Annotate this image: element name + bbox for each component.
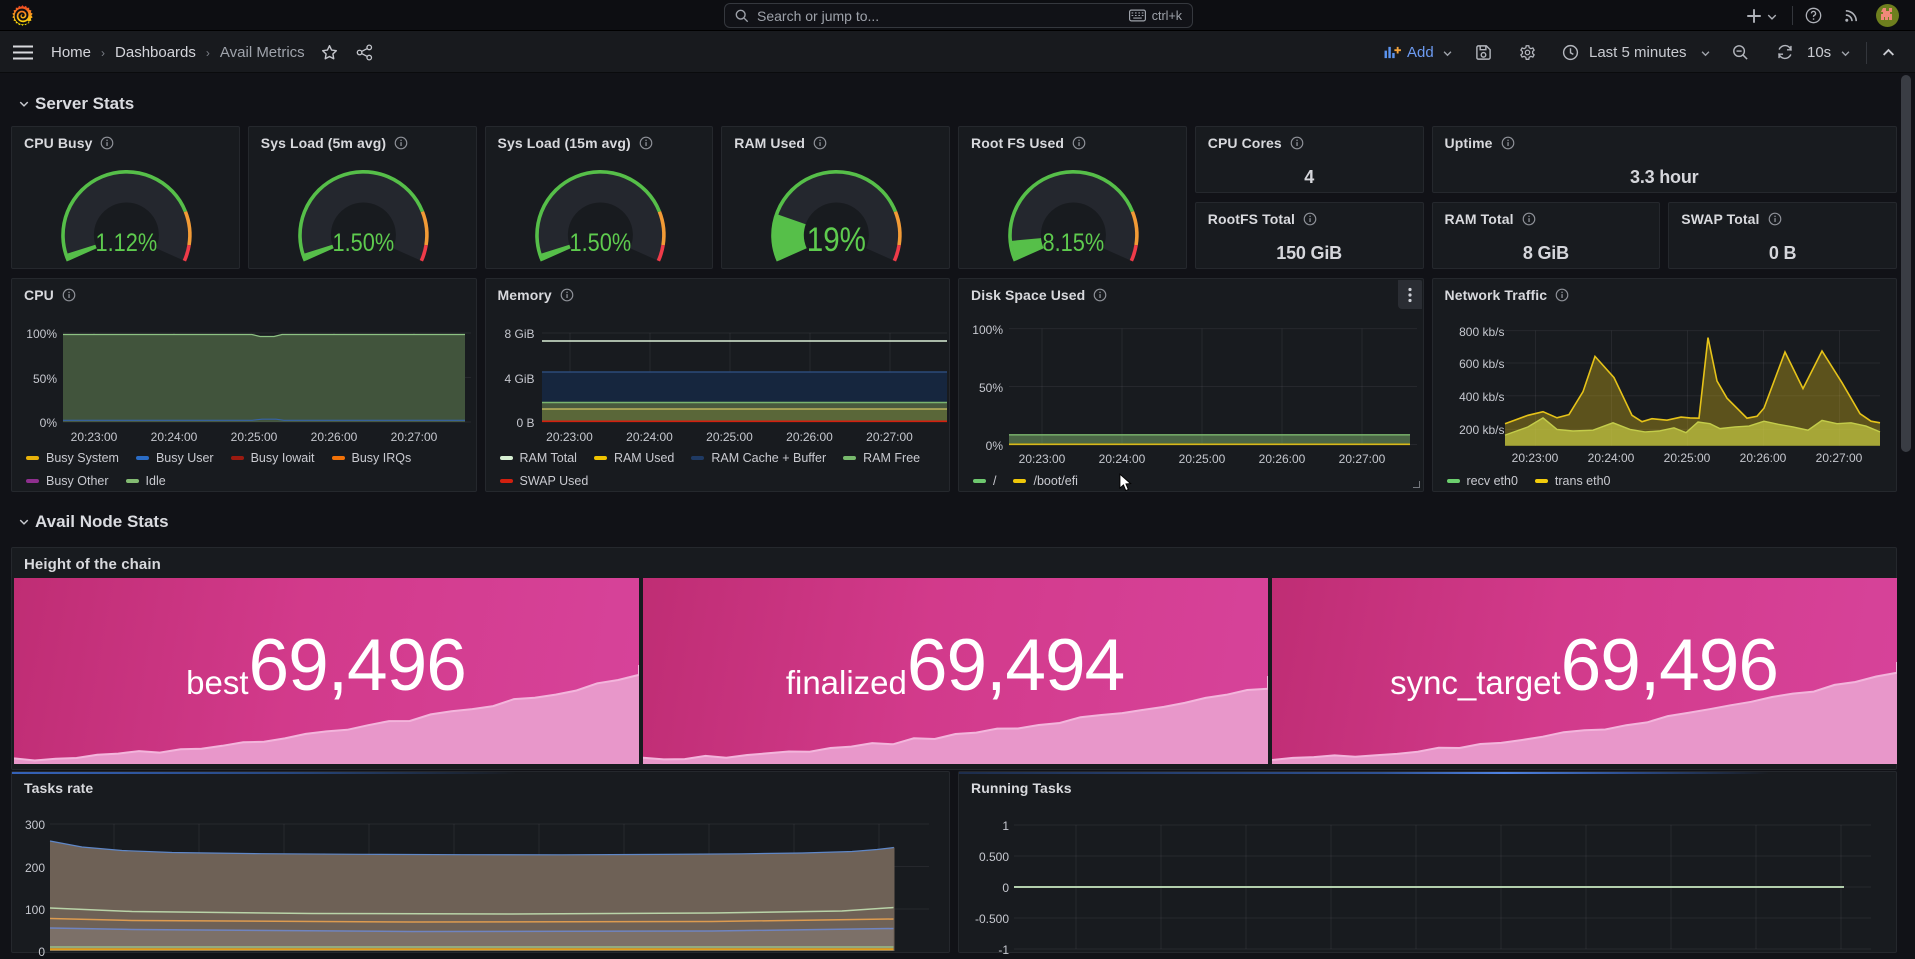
svg-text:8.15%: 8.15% (1043, 229, 1105, 257)
svg-text:1.50%: 1.50% (569, 229, 631, 257)
svg-text:1.12%: 1.12% (96, 229, 158, 257)
svg-text:19%: 19% (807, 220, 866, 258)
svg-text:1.50%: 1.50% (332, 229, 394, 257)
